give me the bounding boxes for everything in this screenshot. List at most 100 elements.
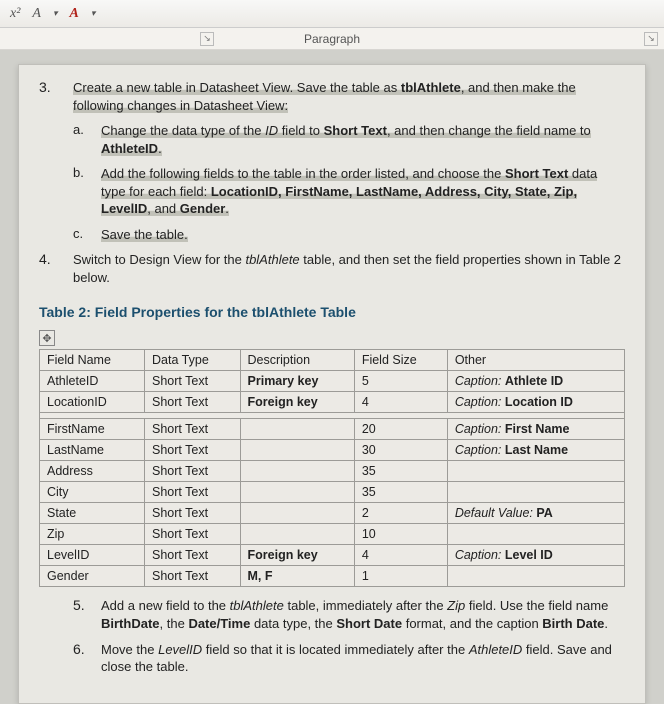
font-color-button[interactable]: A: [32, 6, 41, 22]
table-cell: [240, 461, 354, 482]
table-cell: Foreign key: [240, 545, 354, 566]
sub-item-a: a. Change the data type of the ID field …: [73, 122, 625, 157]
table-cell: State: [40, 503, 145, 524]
table-cell: Foreign key: [240, 392, 354, 413]
table-cell: M, F: [240, 566, 354, 587]
dropdown-arrow-icon[interactable]: ▾: [53, 8, 58, 19]
table-cell: Short Text: [145, 461, 241, 482]
ribbon-toolbar: x² A ▾ A ▾: [0, 0, 664, 28]
text: .: [158, 141, 162, 156]
table-move-handle-icon[interactable]: ✥: [39, 330, 55, 346]
table-cell: [447, 482, 624, 503]
col-description: Description: [240, 350, 354, 371]
text: field so that it is located immediately …: [202, 642, 469, 657]
table-cell: [240, 503, 354, 524]
text: Create a new table in Datasheet View. Sa…: [73, 80, 401, 95]
text-bold: Gender: [180, 201, 226, 216]
text-italic: AthleteID: [469, 642, 522, 657]
table-cell: Short Text: [145, 545, 241, 566]
document-page: 3. Create a new table in Datasheet View.…: [18, 64, 646, 704]
table-cell: Address: [40, 461, 145, 482]
dropdown-arrow-icon[interactable]: ▾: [91, 8, 96, 19]
table-cell: Gender: [40, 566, 145, 587]
list-item-6: 6. Move the LevelID field so that it is …: [73, 641, 625, 676]
table-cell: 30: [354, 440, 447, 461]
table-cell: LocationID: [40, 392, 145, 413]
text: field. Use the field name: [465, 598, 608, 613]
text-bold: BirthDate: [101, 616, 160, 631]
table-cell: LastName: [40, 440, 145, 461]
table-cell: Short Text: [145, 371, 241, 392]
text-bold: Birth Date: [542, 616, 604, 631]
field-properties-table: Field Name Data Type Description Field S…: [39, 349, 625, 587]
col-other: Other: [447, 350, 624, 371]
table-row: AthleteIDShort TextPrimary key5Caption: …: [40, 371, 625, 392]
sub-item-c: c. Save the table.: [73, 226, 625, 244]
list-item-4: 4. Switch to Design View for the tblAthl…: [39, 251, 625, 286]
col-field-name: Field Name: [40, 350, 145, 371]
table-cell: Caption: First Name: [447, 419, 624, 440]
superscript-icon[interactable]: x²: [10, 6, 20, 22]
text: Add the following fields to the table in…: [101, 166, 505, 181]
table-cell: Caption: Last Name: [447, 440, 624, 461]
list-item-5: 5. Add a new field to the tblAthlete tab…: [73, 597, 625, 632]
table-cell: [240, 524, 354, 545]
table-row: StateShort Text 2Default Value: PA: [40, 503, 625, 524]
table-cell: [240, 440, 354, 461]
table-cell: Short Text: [145, 419, 241, 440]
table-cell: Short Text: [145, 482, 241, 503]
table-cell: FirstName: [40, 419, 145, 440]
text: format, and the caption: [402, 616, 542, 631]
table-cell: 10: [354, 524, 447, 545]
table-row: LocationIDShort TextForeign key4Caption:…: [40, 392, 625, 413]
text: , and then change the field name to: [387, 123, 591, 138]
dialog-launcher-icon[interactable]: ↘: [644, 32, 658, 46]
table-row: CityShort Text35: [40, 482, 625, 503]
table-cell: [447, 524, 624, 545]
table-row: LastNameShort Text 30Caption: Last Name: [40, 440, 625, 461]
table-cell: Primary key: [240, 371, 354, 392]
text-italic: tblAthlete: [245, 252, 299, 267]
text-bold: Short Date: [336, 616, 402, 631]
text: , the: [160, 616, 189, 631]
table-cell: Caption: Location ID: [447, 392, 624, 413]
text-bold: Short Text: [505, 166, 568, 181]
table-cell: 2: [354, 503, 447, 524]
table-row: FirstNameShort Text 20Caption: First Name: [40, 419, 625, 440]
paragraph-group-label: Paragraph: [304, 32, 360, 46]
table-cell: 4: [354, 545, 447, 566]
table-cell: Caption: Athlete ID: [447, 371, 624, 392]
highlight-button[interactable]: A: [70, 6, 79, 22]
col-data-type: Data Type: [145, 350, 241, 371]
table-row: ZipShort Text10: [40, 524, 625, 545]
table-cell: Zip: [40, 524, 145, 545]
list-number: 5.: [73, 597, 101, 632]
table-cell: 35: [354, 482, 447, 503]
ribbon-group-label-row: ↘ Paragraph ↘: [0, 28, 664, 50]
text: field to: [278, 123, 324, 138]
table-cell: Default Value: PA: [447, 503, 624, 524]
text: Switch to Design View for the: [73, 252, 245, 267]
text-bold: Short Text: [324, 123, 387, 138]
table-cell: LevelID: [40, 545, 145, 566]
table2-title: Table 2: Field Properties for the tblAth…: [39, 304, 625, 320]
text-italic: Zip: [447, 598, 465, 613]
sub-item-b: b. Add the following fields to the table…: [73, 165, 625, 218]
table-cell: [447, 461, 624, 482]
list-number: 3.: [39, 79, 73, 114]
text: data type, the: [250, 616, 336, 631]
sub-letter: c.: [73, 226, 101, 244]
list-item-3: 3. Create a new table in Datasheet View.…: [39, 79, 625, 114]
table-cell: Short Text: [145, 440, 241, 461]
text: , and: [147, 201, 180, 216]
table-cell: 20: [354, 419, 447, 440]
table-row: LevelIDShort TextForeign key4Caption: Le…: [40, 545, 625, 566]
text: .: [604, 616, 608, 631]
table-cell: Short Text: [145, 392, 241, 413]
text: Move the: [101, 642, 158, 657]
table-cell: 4: [354, 392, 447, 413]
table-header-row: Field Name Data Type Description Field S…: [40, 350, 625, 371]
dialog-launcher-icon[interactable]: ↘: [200, 32, 214, 46]
table-row: GenderShort TextM, F1: [40, 566, 625, 587]
table-cell: Short Text: [145, 503, 241, 524]
